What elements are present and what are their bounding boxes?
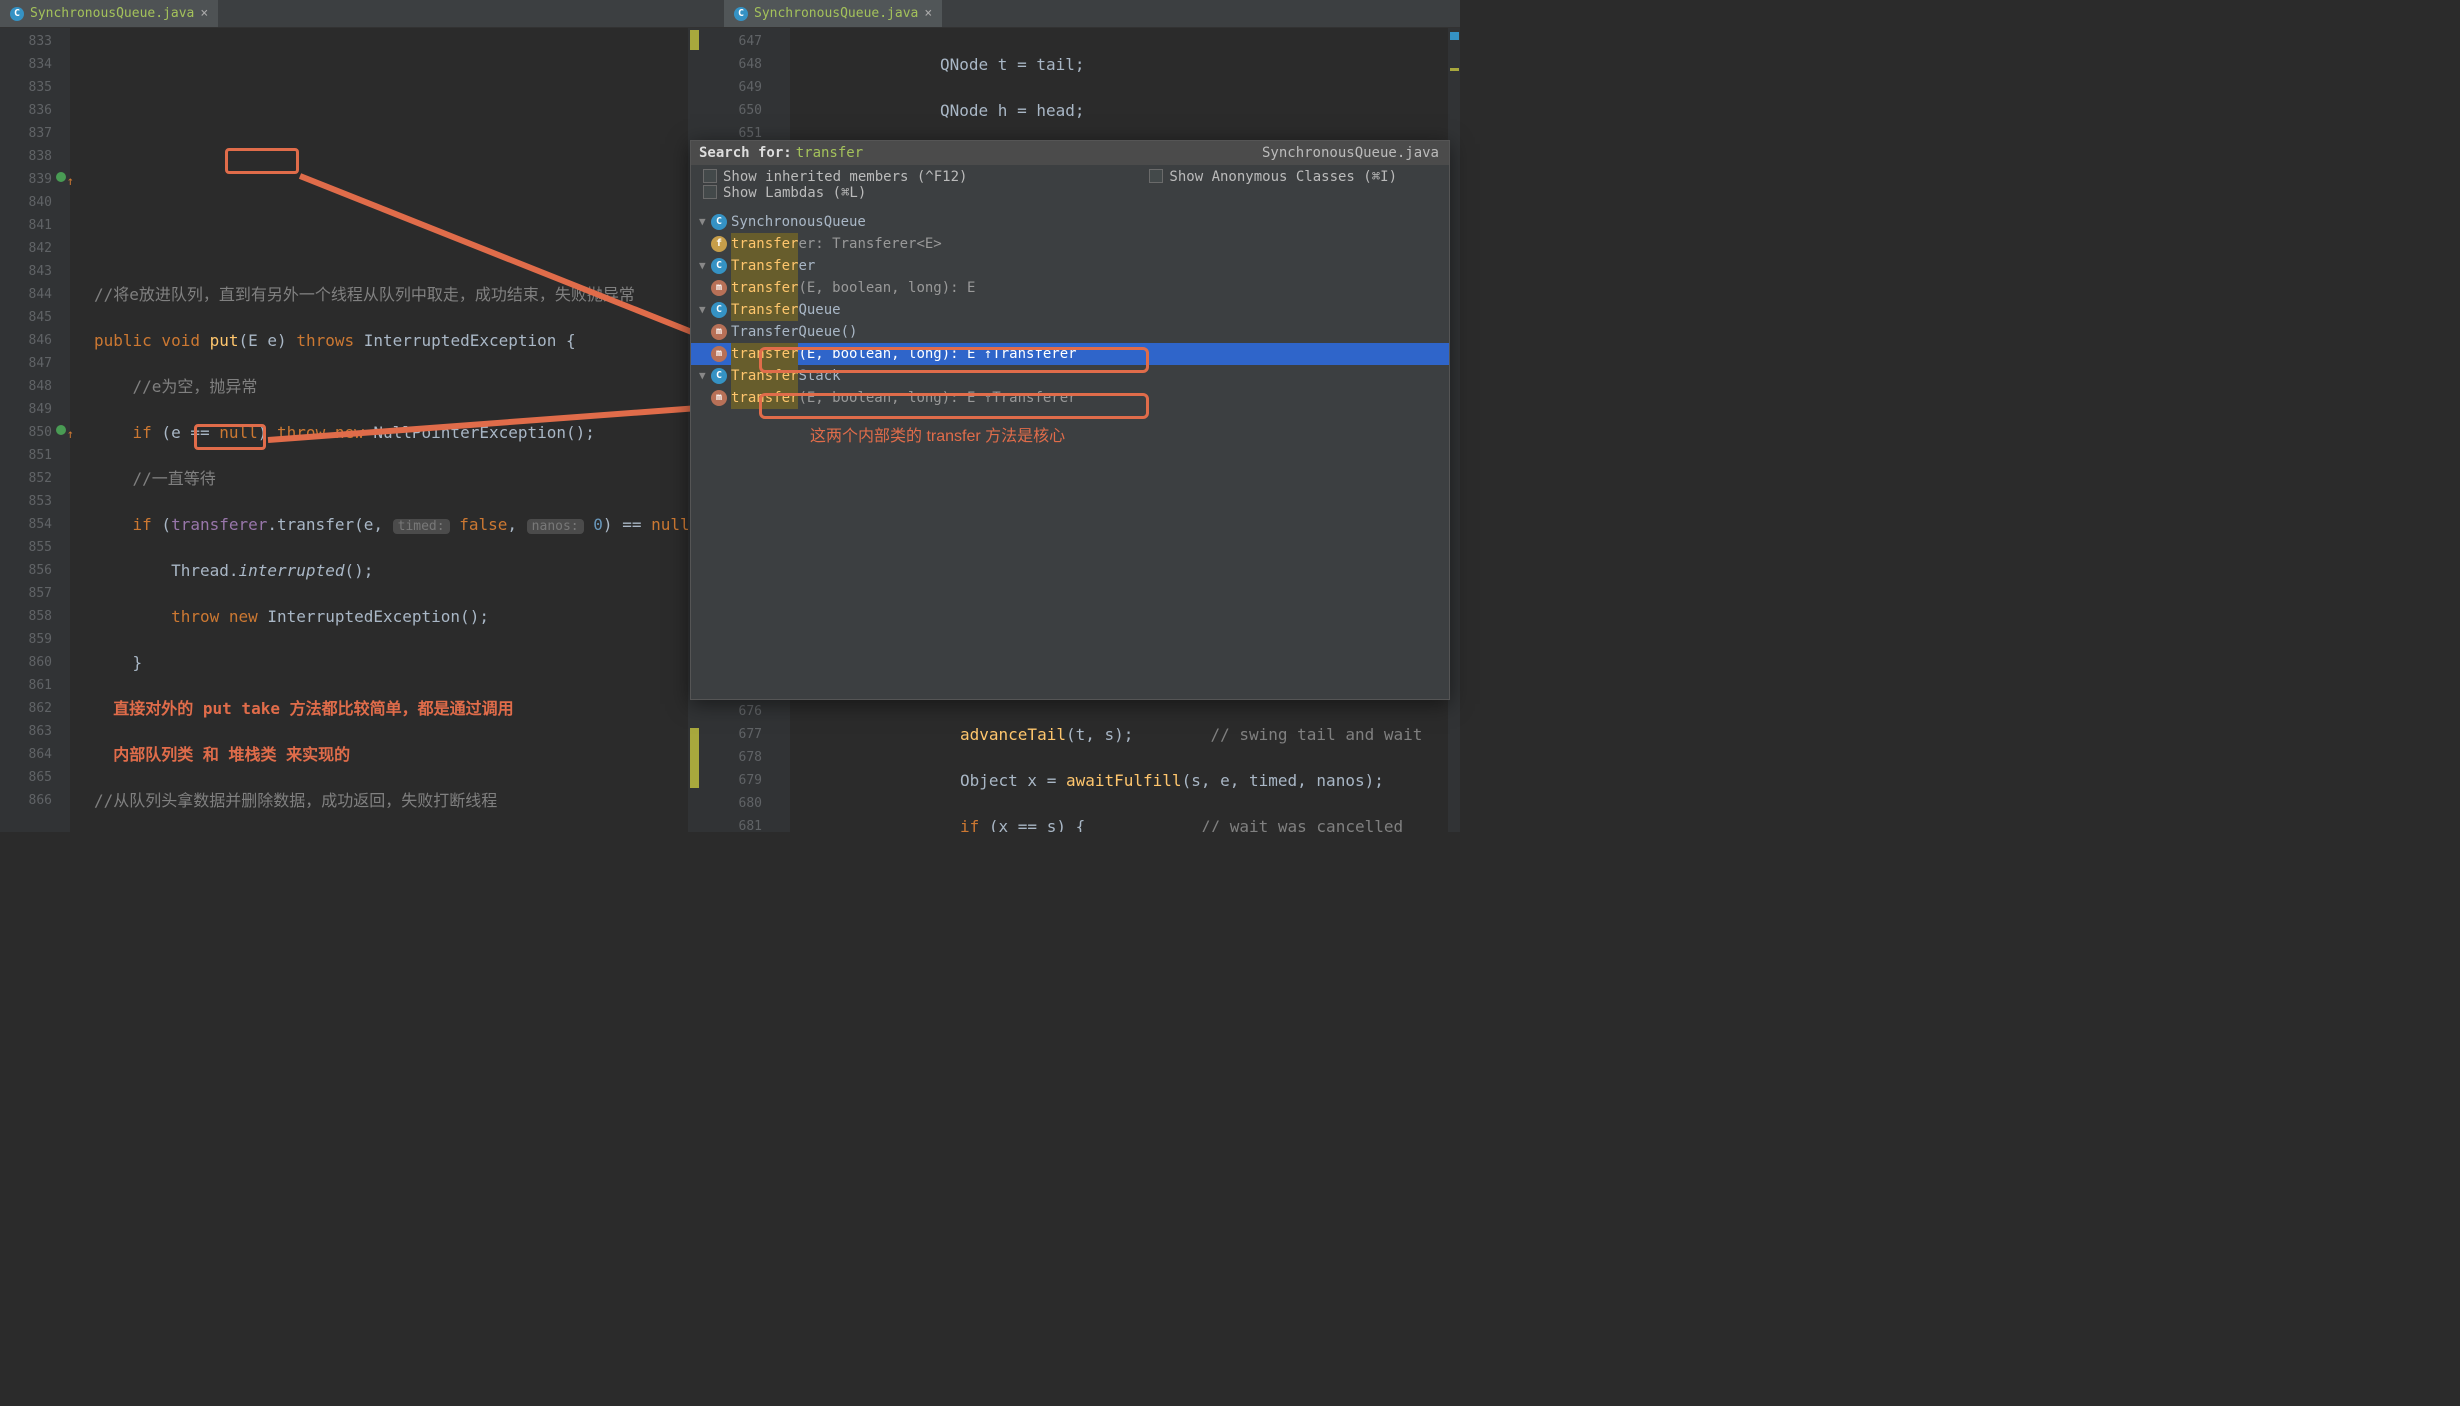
- method-icon: m: [711, 390, 727, 406]
- tree-node-class[interactable]: ▼C TransferQueue: [691, 299, 1449, 321]
- checkbox-icon[interactable]: [1149, 169, 1163, 183]
- left-tab[interactable]: C SynchronousQueue.java ×: [0, 0, 218, 27]
- annotation-box-put: [225, 148, 299, 174]
- option-inherited[interactable]: Show inherited members (^F12): [703, 169, 967, 185]
- class-icon: C: [711, 214, 727, 230]
- class-icon: C: [711, 368, 727, 384]
- annotation-text: 直接对外的 put take 方法都比较简单，都是通过调用: [113, 699, 513, 718]
- structure-tree[interactable]: ▼C SynchronousQueue f transferer: Transf…: [691, 205, 1449, 415]
- annotation-text: 内部队列类 和 堆栈类 来实现的: [113, 745, 350, 764]
- checkbox-icon[interactable]: [703, 185, 717, 199]
- comment: // swing tail and wait: [1210, 725, 1422, 744]
- left-gutter: 833834835836837838839↑840841842843844845…: [0, 28, 70, 832]
- java-class-icon: C: [10, 7, 24, 21]
- tree-node-field[interactable]: f transferer: Transferer<E>: [691, 233, 1449, 255]
- class-icon: C: [711, 302, 727, 318]
- chevron-down-icon[interactable]: ▼: [699, 365, 711, 387]
- close-icon[interactable]: ×: [924, 6, 932, 21]
- close-icon[interactable]: ×: [200, 6, 208, 21]
- option-lambdas[interactable]: Show Lambdas (⌘L): [703, 185, 866, 201]
- annotation-box-transfer-s: [759, 393, 1149, 419]
- left-editor[interactable]: 833834835836837838839↑840841842843844845…: [0, 28, 700, 832]
- tab-label: SynchronousQueue.java: [754, 6, 918, 21]
- popup-title: SynchronousQueue.java: [1262, 145, 1439, 161]
- annotation-box-take: [194, 424, 266, 450]
- left-code[interactable]: //将e放进队列，直到有另外一个线程从队列中取走，成功结束，失败抛异常 publ…: [94, 30, 686, 832]
- option-anonymous[interactable]: Show Anonymous Classes (⌘I): [1149, 169, 1397, 185]
- class-icon: C: [711, 258, 727, 274]
- comment: //e为空，抛异常: [133, 377, 258, 396]
- annotation-box-transfer-q: [759, 347, 1149, 373]
- comment: //一直等待: [133, 469, 216, 488]
- method-icon: m: [711, 324, 727, 340]
- code-line: QNode h = head;: [940, 101, 1085, 120]
- java-class-icon: C: [734, 7, 748, 21]
- chevron-down-icon[interactable]: ▼: [699, 255, 711, 277]
- chevron-down-icon[interactable]: ▼: [699, 299, 711, 321]
- left-editor-pane: C SynchronousQueue.java × 83383483583683…: [0, 0, 700, 832]
- left-tabbar: C SynchronousQueue.java ×: [0, 0, 700, 28]
- popup-header: Search for: transfer SynchronousQueue.ja…: [691, 141, 1449, 165]
- right-tab[interactable]: C SynchronousQueue.java ×: [724, 0, 942, 27]
- param-hint: nanos:: [527, 519, 584, 534]
- chevron-down-icon[interactable]: ▼: [699, 211, 711, 233]
- tree-node-method[interactable]: m TransferQueue(): [691, 321, 1449, 343]
- tab-label: SynchronousQueue.java: [30, 6, 194, 21]
- code-line: QNode t = tail;: [940, 55, 1085, 74]
- popup-options: Show inherited members (^F12) Show Anony…: [691, 165, 1449, 205]
- method-icon: m: [711, 346, 727, 362]
- right-gutter-bottom: 676677678679680681: [700, 698, 790, 832]
- comment: // wait was cancelled: [1201, 817, 1403, 832]
- tree-node-class[interactable]: ▼C SynchronousQueue: [691, 211, 1449, 233]
- file-structure-popup[interactable]: Search for: transfer SynchronousQueue.ja…: [690, 140, 1450, 700]
- checkbox-icon[interactable]: [703, 169, 717, 183]
- field-icon: f: [711, 236, 727, 252]
- param-hint: timed:: [393, 519, 450, 534]
- right-code-bottom[interactable]: advanceTail(t, s); // swing tail and wai…: [820, 700, 1446, 832]
- method-icon: m: [711, 280, 727, 296]
- comment: //从队列头拿数据并删除数据，成功返回，失败打断线程: [94, 791, 497, 810]
- comment: //将e放进队列，直到有另外一个线程从队列中取走，成功结束，失败抛异常: [94, 285, 635, 304]
- tree-node-method[interactable]: m transfer(E, boolean, long): E: [691, 277, 1449, 299]
- search-input[interactable]: transfer: [796, 145, 863, 161]
- annotation-text-core: 这两个内部类的 transfer 方法是核心: [810, 422, 1065, 446]
- search-label: Search for:: [699, 145, 792, 161]
- tree-node-class[interactable]: ▼C Transferer: [691, 255, 1449, 277]
- right-tabbar: C SynchronousQueue.java ×: [700, 0, 1460, 28]
